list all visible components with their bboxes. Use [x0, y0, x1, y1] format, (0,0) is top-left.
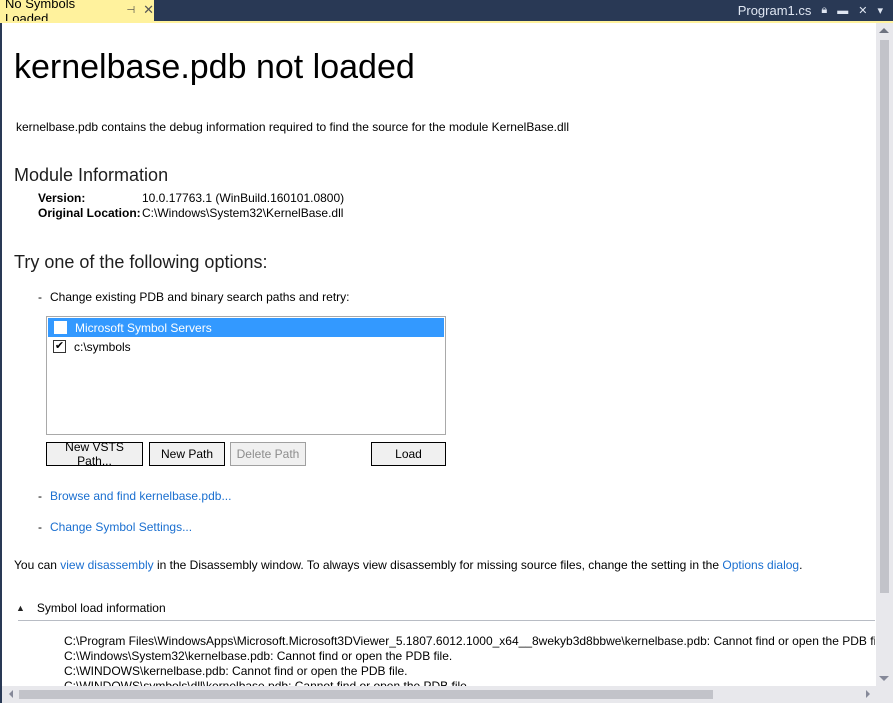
checkbox-checked[interactable]: ✔ — [53, 340, 66, 353]
close-icon[interactable]: ✕ — [143, 3, 154, 18]
document-content: kernelbase.pdb not loaded kernelbase.pdb… — [2, 23, 875, 691]
delete-path-button[interactable]: Delete Path — [230, 442, 306, 466]
horizontal-scroll-thumb[interactable] — [19, 690, 713, 699]
symbol-load-log: C:\Program Files\WindowsApps\Microsoft.M… — [64, 634, 875, 691]
option-text: Change existing PDB and binary search pa… — [50, 290, 350, 304]
scroll-right-icon[interactable] — [866, 690, 870, 698]
checkbox-unchecked[interactable] — [54, 321, 67, 334]
path-item-c-symbols[interactable]: ✔ c:\symbols — [47, 337, 445, 356]
load-button[interactable]: Load — [371, 442, 446, 466]
options-dialog-link[interactable]: Options dialog — [722, 558, 799, 572]
log-line: C:\Program Files\WindowsApps\Microsoft.M… — [64, 634, 875, 648]
page-title: kernelbase.pdb not loaded — [14, 48, 415, 86]
close-icon[interactable]: ✕ — [858, 4, 867, 17]
path-item-microsoft-symbol-servers[interactable]: Microsoft Symbol Servers — [48, 318, 444, 337]
bullet-dash: - — [38, 290, 42, 304]
version-label: Version: — [38, 191, 86, 205]
horizontal-scrollbar[interactable] — [2, 686, 893, 703]
option-symbol-settings: - Change Symbol Settings... — [38, 520, 192, 534]
log-vertical-scrollbar[interactable] — [876, 621, 893, 691]
dropdown-icon[interactable]: ▾ — [877, 4, 883, 17]
option-change-paths: - Change existing PDB and binary search p… — [38, 290, 350, 304]
bullet-dash: - — [38, 489, 42, 503]
path-label: c:\symbols — [74, 339, 131, 354]
tab-no-symbols-loaded[interactable]: No Symbols Loaded ⊣ ✕ — [0, 0, 154, 26]
module-information-heading: Module Information — [14, 165, 169, 185]
path-label: Microsoft Symbol Servers — [75, 320, 212, 335]
bullet-dash: - — [38, 520, 42, 534]
note-text: in the Disassembly window. To always vie… — [153, 558, 723, 572]
location-value: C:\Windows\System32\KernelBase.dll — [142, 206, 344, 220]
log-line: C:\WINDOWS\kernelbase.pdb: Cannot find o… — [64, 664, 408, 678]
divider — [18, 620, 875, 621]
symbol-load-info-label: Symbol load information — [36, 601, 166, 615]
tab-label: Program1.cs — [737, 3, 812, 18]
pin-window-icon[interactable]: ▬ — [837, 5, 848, 17]
new-path-button[interactable]: New Path — [149, 442, 225, 466]
note-text: . — [799, 558, 803, 572]
pin-icon[interactable]: ⊣ — [126, 5, 135, 16]
log-line: C:\Windows\System32\kernelbase.pdb: Cann… — [64, 649, 453, 663]
version-value: 10.0.17763.1 (WinBuild.160101.0800) — [142, 191, 345, 205]
tab-program1[interactable]: Program1.cs 🔒︎ ▬ ✕ ▾ — [738, 0, 893, 21]
symbol-load-info-toggle[interactable]: ▲ Symbol load information — [16, 601, 166, 615]
no-symbols-document: kernelbase.pdb not loaded kernelbase.pdb… — [2, 23, 893, 703]
browse-pdb-link[interactable]: Browse and find kernelbase.pdb... — [50, 489, 231, 503]
change-symbol-settings-link[interactable]: Change Symbol Settings... — [50, 520, 192, 534]
module-version-row: Version: 10.0.17763.1 (WinBuild.160101.0… — [38, 191, 344, 205]
vertical-scrollbar[interactable] — [876, 23, 893, 691]
disassembly-note: You can view disassembly in the Disassem… — [14, 558, 802, 572]
scroll-down-icon[interactable] — [879, 676, 889, 681]
module-location-row: Original Location: C:\Windows\System32\K… — [38, 206, 343, 220]
scroll-up-icon[interactable] — [879, 28, 889, 33]
new-vsts-path-button[interactable]: New VSTS Path... — [46, 440, 143, 468]
chevron-up-icon: ▲ — [16, 603, 25, 613]
scroll-left-icon[interactable] — [9, 690, 13, 698]
location-label: Original Location: — [38, 206, 141, 220]
options-heading: Try one of the following options: — [14, 252, 268, 272]
symbol-path-list[interactable]: Microsoft Symbol Servers ✔ c:\symbols — [46, 316, 446, 435]
document-tab-bar: No Symbols Loaded ⊣ ✕ Program1.cs 🔒︎ ▬ ✕… — [0, 0, 893, 26]
lock-icon: 🔒︎ — [821, 4, 828, 16]
option-browse: - Browse and find kernelbase.pdb... — [38, 489, 231, 503]
page-description: kernelbase.pdb contains the debug inform… — [16, 120, 570, 134]
note-text: You can — [14, 558, 61, 572]
view-disassembly-link[interactable]: view disassembly — [60, 558, 153, 572]
vertical-scroll-thumb[interactable] — [880, 40, 889, 593]
